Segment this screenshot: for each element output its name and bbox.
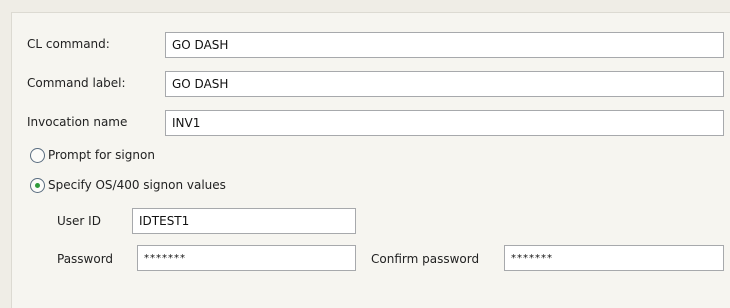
user-id-label: User ID: [57, 214, 101, 228]
command-label-input[interactable]: [165, 71, 724, 97]
password-input[interactable]: [137, 245, 356, 271]
invocation-name-input[interactable]: [165, 110, 724, 136]
password-label: Password: [57, 252, 114, 266]
cl-command-input[interactable]: [165, 32, 724, 58]
cl-command-label: CL command:: [27, 37, 110, 51]
user-id-input[interactable]: [132, 208, 356, 234]
invocation-name-label: Invocation name: [27, 115, 128, 129]
radio-checked-icon: [30, 178, 45, 193]
command-label-label: Command label:: [27, 76, 126, 90]
confirm-password-input[interactable]: [504, 245, 724, 271]
prompt-for-signon-label: Prompt for signon: [48, 148, 155, 162]
specify-signon-values-label: Specify OS/400 signon values: [48, 178, 226, 192]
specify-signon-values-radio[interactable]: Specify OS/400 signon values: [30, 178, 226, 193]
prompt-for-signon-radio[interactable]: Prompt for signon: [30, 148, 155, 163]
radio-unchecked-icon: [30, 148, 45, 163]
confirm-password-label: Confirm password: [371, 252, 480, 266]
